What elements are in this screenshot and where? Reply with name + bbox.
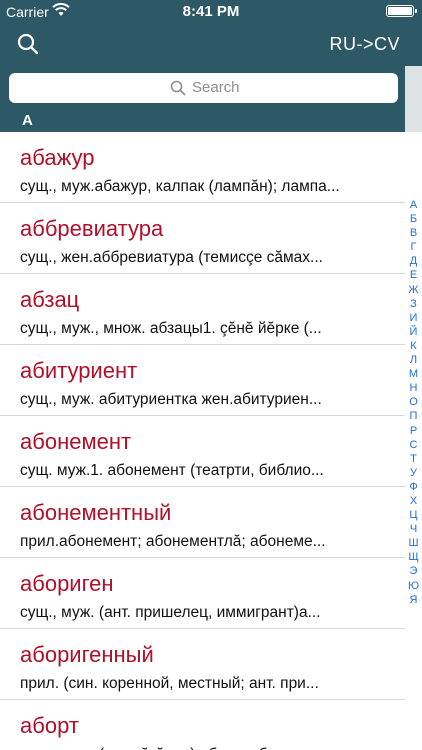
- section-header: А: [0, 110, 405, 132]
- index-letter[interactable]: Н: [405, 381, 422, 395]
- search-placeholder: Search: [192, 79, 240, 96]
- list-item[interactable]: абориген сущ., муж. (ант. пришелец, иммиг…: [0, 558, 405, 629]
- direction-toggle-button[interactable]: RU->CV: [329, 34, 400, 55]
- index-letter[interactable]: Ф: [405, 480, 422, 494]
- entry-definition: сущ., муж. (ант. пришелец, иммигрант)а..…: [20, 604, 321, 621]
- list-item[interactable]: абонемент сущ. муж.1. абонемент (театрти,…: [0, 416, 405, 487]
- status-time: 8:41 PM: [182, 3, 240, 20]
- index-letter[interactable]: Щ: [405, 550, 422, 564]
- index-letter[interactable]: А: [405, 198, 422, 212]
- entry-definition: сущ., муж.абажур, калпак (лампăн); лампа…: [20, 178, 340, 195]
- index-letter[interactable]: Э: [405, 564, 422, 578]
- list-item[interactable]: абажур сущ., муж.абажур, калпак (лампăн);…: [0, 132, 405, 203]
- index-letter[interactable]: Ч: [405, 522, 422, 536]
- entry-definition: сущ., муж. (ача тăкăнни) аборт; аборт ту…: [20, 746, 392, 750]
- index-letter[interactable]: Л: [405, 353, 422, 367]
- search-input[interactable]: Search: [9, 73, 398, 103]
- index-letter[interactable]: Х: [405, 494, 422, 508]
- index-letter[interactable]: Я: [405, 593, 422, 607]
- navigation-bar: RU->CV: [0, 22, 422, 66]
- index-letter[interactable]: Ю: [405, 579, 422, 593]
- entry-definition: прил.абонемент; абонементлă; абонеме...: [20, 533, 326, 550]
- entry-definition: сущ., жен.аббревиатура (темисçе сăмах...: [20, 249, 323, 266]
- entry-definition: прил. (син. коренной, местный; ант. при.…: [20, 675, 319, 692]
- entry-word: аборигенный: [20, 642, 154, 667]
- entry-word: аборт: [20, 713, 79, 738]
- entry-word: аббревиатура: [20, 216, 164, 241]
- list-item[interactable]: абзац сущ., муж., множ. абзацы1. çĕнĕ йĕр…: [0, 274, 405, 345]
- search-bar-container: Search: [0, 66, 405, 110]
- list-item[interactable]: аборигенный прил. (син. коренной, местный…: [0, 629, 405, 700]
- index-letter[interactable]: Е: [405, 268, 422, 282]
- index-letter[interactable]: И: [405, 311, 422, 325]
- list-item[interactable]: аббревиатура сущ., жен.аббревиатура (теми…: [0, 203, 405, 274]
- scroll-indicator: [405, 66, 422, 132]
- entry-list: абажур сущ., муж.абажур, калпак (лампăн);…: [0, 132, 405, 750]
- index-letter[interactable]: С: [405, 438, 422, 452]
- index-letter[interactable]: Р: [405, 424, 422, 438]
- entry-definition: сущ. муж.1. абонемент (театрти, библио..…: [20, 462, 324, 479]
- index-letter[interactable]: З: [405, 297, 422, 311]
- index-letter[interactable]: У: [405, 466, 422, 480]
- index-letter[interactable]: Г: [405, 240, 422, 254]
- index-letter[interactable]: П: [405, 409, 422, 423]
- status-bar: Carrier 8:41 PM: [0, 0, 422, 22]
- index-letter[interactable]: К: [405, 339, 422, 353]
- entry-word: абажур: [20, 145, 95, 170]
- entry-definition: сущ., муж. абитуриентка жен.абитуриен...: [20, 391, 322, 408]
- index-letter[interactable]: Ж: [405, 283, 422, 297]
- index-letter[interactable]: Т: [405, 452, 422, 466]
- index-letter[interactable]: В: [405, 226, 422, 240]
- entry-word: абориген: [20, 571, 114, 596]
- list-item[interactable]: абитуриент сущ., муж. абитуриентка жен.аб…: [0, 345, 405, 416]
- index-letter[interactable]: Ц: [405, 508, 422, 522]
- index-letter[interactable]: Д: [405, 254, 422, 268]
- entry-word: абонемент: [20, 429, 132, 454]
- index-letter[interactable]: Ш: [405, 536, 422, 550]
- entry-word: абзац: [20, 287, 80, 312]
- list-item[interactable]: аборт сущ., муж. (ача тăкăнни) аборт; або…: [0, 700, 405, 750]
- index-letter[interactable]: О: [405, 395, 422, 409]
- index-letter[interactable]: Й: [405, 325, 422, 339]
- entry-word: абитуриент: [20, 358, 138, 383]
- entry-word: абонементный: [20, 500, 172, 525]
- alphabet-index[interactable]: АБВГДЕЖЗИЙКЛМНОПРСТУФХЦЧШЩЭЮЯ: [405, 198, 422, 607]
- index-letter[interactable]: М: [405, 367, 422, 381]
- index-letter[interactable]: Б: [405, 212, 422, 226]
- search-icon[interactable]: [14, 30, 42, 58]
- entry-definition: сущ., муж., множ. абзацы1. çĕнĕ йĕрке (.…: [20, 320, 322, 337]
- battery-icon: [386, 5, 417, 17]
- search-icon: [170, 80, 186, 96]
- list-item[interactable]: абонементный прил.абонемент; абонементлă;…: [0, 487, 405, 558]
